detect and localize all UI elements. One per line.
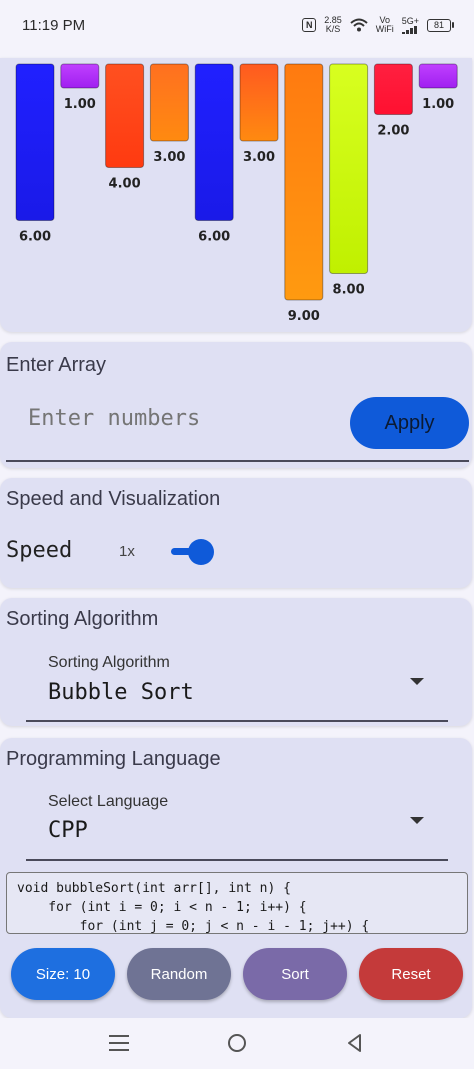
status-bar: 11:19 PM N 2.85 K/S Vo WiFi 5G+ 81	[0, 0, 474, 50]
language-value: CPP	[48, 818, 88, 843]
bar-label-1: 6.00	[19, 230, 51, 245]
sorting-algorithm-caption: Sorting Algorithm	[48, 654, 170, 671]
bar-8	[329, 63, 369, 274]
bar-label-7: 9.00	[288, 309, 320, 324]
speed-slider-thumb[interactable]	[188, 539, 214, 565]
language-dropdown-underline	[26, 859, 448, 861]
bar-label-5: 6.00	[198, 230, 230, 245]
signal-indicator: 5G+	[402, 16, 419, 34]
array-input[interactable]	[28, 406, 328, 431]
code-line: void bubbleSort(int arr[], int n) {	[17, 881, 291, 896]
code-line: for (int j = 0; j < n - i - 1; j++) {	[17, 919, 370, 934]
wifi-icon	[350, 18, 368, 32]
speed-value: 1x	[119, 543, 135, 560]
status-icons: N 2.85 K/S Vo WiFi 5G+ 81	[302, 16, 454, 34]
chevron-down-icon[interactable]	[410, 817, 424, 824]
bar-label-8: 8.00	[333, 283, 365, 298]
speed-card: Speed and Visualization	[0, 478, 472, 588]
sorting-algorithm-title: Sorting Algorithm	[6, 608, 159, 630]
bar-label-10: 1.00	[422, 97, 454, 112]
bar-label-4: 3.00	[153, 150, 185, 165]
menu-icon[interactable]	[108, 1032, 130, 1054]
random-button[interactable]: Random	[127, 948, 231, 1000]
bars-chart: 6.00 1.00 4.00 3.00 6.00 3.00 9.00 8.00 2.00 1.00	[15, 63, 458, 324]
programming-language-title: Programming Language	[6, 748, 221, 770]
signal-icon	[402, 25, 418, 34]
vowifi-indicator: Vo WiFi	[375, 15, 394, 34]
sort-button[interactable]: Sort	[243, 948, 347, 1000]
bar-2	[60, 63, 100, 89]
bar-label-3: 4.00	[109, 177, 141, 192]
enter-array-title: Enter Array	[6, 354, 107, 376]
back-icon[interactable]	[344, 1032, 366, 1054]
speed-title: Speed and Visualization	[6, 488, 221, 510]
chevron-down-icon[interactable]	[410, 678, 424, 685]
bar-label-9: 2.00	[377, 124, 409, 139]
bar-3	[105, 63, 145, 168]
bar-10	[418, 63, 458, 89]
sorting-algorithm-value: Bubble Sort	[48, 680, 194, 705]
status-time: 11:19 PM	[22, 16, 86, 34]
bar-9	[373, 63, 413, 115]
apply-button[interactable]: Apply	[350, 397, 469, 449]
sorting-dropdown-underline	[26, 720, 448, 722]
size-button[interactable]: Size: 10	[11, 948, 115, 1000]
nfc-icon: N	[302, 18, 317, 32]
bar-1	[15, 63, 55, 221]
network-speed: 2.85 K/S	[324, 15, 342, 34]
bar-4	[149, 63, 189, 142]
bar-5	[194, 63, 234, 221]
reset-button[interactable]: Reset	[359, 948, 463, 1000]
battery-icon: 81	[427, 18, 454, 32]
bar-7	[284, 63, 324, 301]
bar-label-6: 3.00	[243, 150, 275, 165]
bar-label-2: 1.00	[64, 97, 96, 112]
bars-visualizer: 6.00 1.00 4.00 3.00 6.00 3.00 9.00 8.00 2.00 1.00	[0, 58, 472, 332]
bar-6	[239, 63, 279, 142]
home-icon[interactable]	[226, 1032, 248, 1054]
array-input-underline	[6, 460, 469, 462]
code-line: for (int i = 0; i < n - 1; i++) {	[17, 900, 307, 915]
speed-label: Speed	[6, 538, 73, 563]
language-caption: Select Language	[48, 793, 169, 810]
code-viewer[interactable]: void bubbleSort(int arr[], int n) { for …	[6, 872, 468, 934]
